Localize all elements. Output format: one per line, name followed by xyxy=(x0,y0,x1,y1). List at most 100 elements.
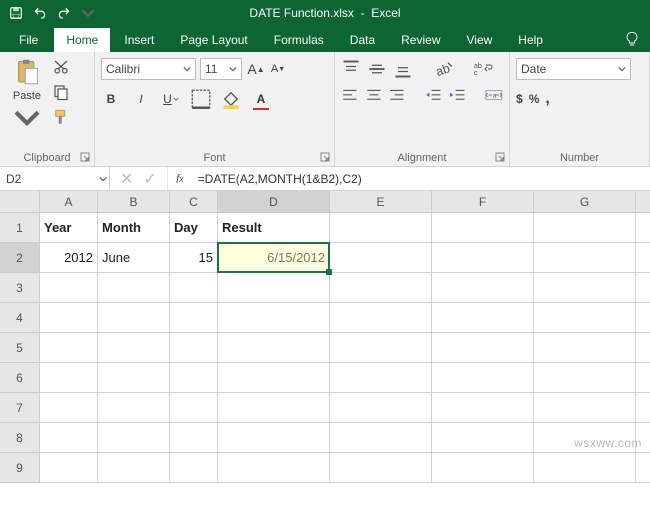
col-header[interactable]: G xyxy=(534,191,636,213)
cell[interactable] xyxy=(636,243,650,273)
align-middle-icon[interactable] xyxy=(367,59,387,79)
number-format-select[interactable]: Date xyxy=(516,58,631,80)
cell[interactable] xyxy=(534,333,636,363)
align-right-icon[interactable] xyxy=(388,85,406,105)
row-header[interactable]: 9 xyxy=(0,453,40,483)
italic-button[interactable]: I xyxy=(131,89,151,109)
cell[interactable] xyxy=(218,303,330,333)
cell[interactable] xyxy=(330,303,432,333)
tab-data[interactable]: Data xyxy=(338,28,387,52)
align-top-icon[interactable] xyxy=(341,59,361,79)
cell[interactable] xyxy=(218,453,330,483)
row-header[interactable]: 8 xyxy=(0,423,40,453)
cell[interactable]: Day xyxy=(170,213,218,243)
wrap-text-icon[interactable]: abc xyxy=(473,59,493,79)
col-header[interactable]: A xyxy=(40,191,98,213)
copy-icon[interactable] xyxy=(52,83,70,104)
underline-button[interactable]: U xyxy=(161,89,181,109)
increase-indent-icon[interactable] xyxy=(449,85,467,105)
decrease-indent-icon[interactable] xyxy=(425,85,443,105)
paste-button[interactable]: Paste xyxy=(6,56,48,131)
cell[interactable] xyxy=(98,333,170,363)
cell[interactable] xyxy=(534,423,636,453)
cell[interactable] xyxy=(330,273,432,303)
row-header[interactable]: 1 xyxy=(0,213,40,243)
cell[interactable] xyxy=(170,453,218,483)
cell[interactable] xyxy=(170,363,218,393)
cell[interactable] xyxy=(218,393,330,423)
cell[interactable] xyxy=(432,453,534,483)
align-center-icon[interactable] xyxy=(365,85,383,105)
cell[interactable] xyxy=(636,453,650,483)
cell[interactable] xyxy=(218,423,330,453)
cell[interactable] xyxy=(218,333,330,363)
cell[interactable] xyxy=(534,213,636,243)
cell[interactable] xyxy=(330,453,432,483)
align-left-icon[interactable] xyxy=(341,85,359,105)
row-header[interactable]: 3 xyxy=(0,273,40,303)
align-bottom-icon[interactable] xyxy=(393,59,413,79)
cancel-formula-icon[interactable]: ✕ xyxy=(120,169,133,189)
redo-icon[interactable] xyxy=(56,5,72,21)
cell[interactable]: Result xyxy=(218,213,330,243)
cell[interactable] xyxy=(432,273,534,303)
cell[interactable] xyxy=(432,213,534,243)
cell[interactable] xyxy=(330,423,432,453)
row-header[interactable]: 7 xyxy=(0,393,40,423)
cell[interactable] xyxy=(98,303,170,333)
cell[interactable] xyxy=(170,303,218,333)
cell[interactable] xyxy=(534,303,636,333)
col-header[interactable]: E xyxy=(330,191,432,213)
cell[interactable] xyxy=(98,423,170,453)
percent-format-icon[interactable]: % xyxy=(529,92,540,106)
cell[interactable] xyxy=(432,243,534,273)
cell[interactable] xyxy=(432,393,534,423)
formula-bar[interactable]: =DATE(A2,MONTH(1&B2),C2) xyxy=(192,167,650,190)
orientation-icon[interactable]: ab xyxy=(433,59,453,79)
decrease-font-icon[interactable]: A▼ xyxy=(268,59,288,79)
name-box[interactable]: D2 xyxy=(0,167,110,190)
cell[interactable] xyxy=(98,393,170,423)
cell[interactable] xyxy=(40,453,98,483)
bold-button[interactable]: B xyxy=(101,89,121,109)
select-all-corner[interactable] xyxy=(0,191,40,213)
cut-icon[interactable] xyxy=(52,58,70,79)
row-header[interactable]: 6 xyxy=(0,363,40,393)
fill-color-icon[interactable] xyxy=(221,89,241,109)
undo-icon[interactable] xyxy=(32,5,48,21)
cell[interactable] xyxy=(534,363,636,393)
cell[interactable] xyxy=(636,423,650,453)
cell[interactable] xyxy=(534,273,636,303)
cell[interactable]: June xyxy=(98,243,170,273)
tab-insert[interactable]: Insert xyxy=(112,28,166,52)
comma-format-icon[interactable]: , xyxy=(545,90,549,108)
tell-me-icon[interactable] xyxy=(624,31,640,52)
font-color-icon[interactable]: A xyxy=(251,89,271,109)
save-icon[interactable] xyxy=(8,5,24,21)
cell[interactable]: Month xyxy=(98,213,170,243)
col-header[interactable]: B xyxy=(98,191,170,213)
cell[interactable] xyxy=(534,393,636,423)
cell[interactable] xyxy=(636,273,650,303)
cell[interactable] xyxy=(40,393,98,423)
cell[interactable] xyxy=(40,423,98,453)
cell[interactable] xyxy=(636,333,650,363)
cell[interactable] xyxy=(218,363,330,393)
qat-customize-icon[interactable] xyxy=(80,5,96,21)
col-header[interactable]: D xyxy=(218,191,330,213)
dialog-launcher-icon[interactable] xyxy=(320,152,330,162)
cell[interactable] xyxy=(330,363,432,393)
tab-view[interactable]: View xyxy=(455,28,505,52)
cell[interactable] xyxy=(330,213,432,243)
cell[interactable] xyxy=(170,393,218,423)
cell[interactable] xyxy=(636,363,650,393)
increase-font-icon[interactable]: A▲ xyxy=(246,59,266,79)
cell[interactable] xyxy=(170,423,218,453)
col-header[interactable] xyxy=(636,191,650,213)
cell[interactable] xyxy=(432,333,534,363)
tab-help[interactable]: Help xyxy=(506,28,555,52)
cell[interactable]: Year xyxy=(40,213,98,243)
dialog-launcher-icon[interactable] xyxy=(495,152,505,162)
cell[interactable] xyxy=(432,363,534,393)
dialog-launcher-icon[interactable] xyxy=(80,152,90,162)
